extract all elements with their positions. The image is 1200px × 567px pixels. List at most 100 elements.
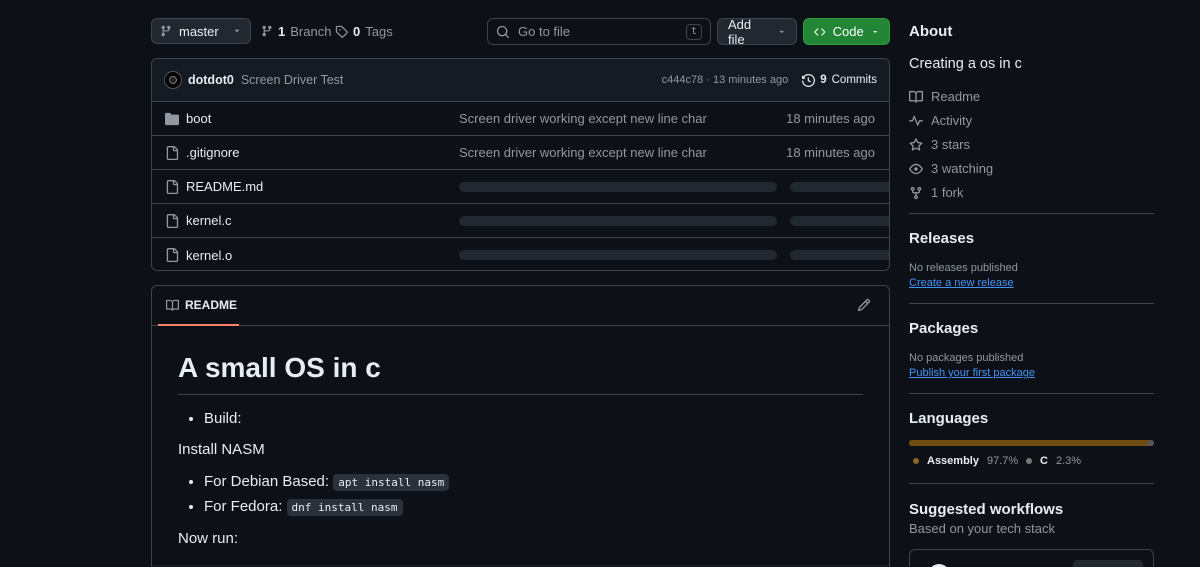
readme-header: README [152, 286, 889, 326]
file-name[interactable]: .gitignore [186, 145, 239, 160]
file-row-gitignore[interactable]: .gitignore Screen driver working except … [152, 136, 889, 170]
language-dot [1026, 458, 1032, 464]
book-icon [166, 299, 179, 311]
commit-separator: · [706, 74, 710, 86]
commit-time: 13 minutes ago [713, 74, 789, 86]
debian-label: For Debian Based: [204, 473, 330, 490]
activity-label: Activity [931, 113, 973, 128]
search-icon [496, 25, 510, 38]
install-list: For Debian Based: apt install nasm For F… [178, 472, 863, 518]
file-commit-date: 18 minutes ago [786, 145, 875, 160]
divider [909, 213, 1154, 214]
file-icon [166, 214, 179, 228]
configure-button[interactable] [1073, 560, 1143, 567]
tag-icon [335, 25, 348, 38]
file-table: dotdot0 Screen Driver Test c444c78 · 13 … [151, 58, 890, 271]
add-file-button[interactable]: Add file [717, 16, 797, 47]
releases-title[interactable]: Releases [909, 230, 974, 247]
divider [909, 393, 1154, 394]
run-text: Now run: [178, 530, 239, 547]
tab-readme[interactable]: README [158, 286, 239, 326]
loading-placeholder [459, 250, 777, 260]
language-bar-c [1148, 440, 1154, 446]
branch-selector-button[interactable]: master [151, 18, 251, 44]
readme-panel: README A small OS in c Build: Install NA… [151, 285, 890, 567]
fork-label: 1 fork [931, 185, 964, 200]
readme-content: A small OS in c Build: Install NASM For … [152, 326, 889, 547]
go-to-file-input[interactable]: Go to file t [487, 18, 711, 45]
commit-author[interactable]: dotdot0 [188, 73, 234, 87]
language-assembly[interactable]: Assembly 97.7% [913, 455, 1018, 467]
build-list: Build: [178, 409, 863, 429]
readme-link[interactable]: Readme [909, 89, 980, 104]
pulse-icon [909, 115, 923, 126]
readme-link-label: Readme [931, 89, 981, 104]
readme-tab-label: README [185, 298, 238, 312]
fork-link[interactable]: 1 fork [909, 185, 964, 200]
code-button[interactable]: Code [803, 18, 890, 45]
commits-label: Commits [831, 74, 877, 86]
code-icon [814, 27, 826, 36]
file-name[interactable]: README.md [186, 179, 263, 194]
debian-command: apt install nasm [333, 474, 450, 491]
tags-link[interactable]: 0 Tags [335, 18, 393, 44]
file-commit-message[interactable]: Screen driver working except new line ch… [459, 111, 707, 126]
stars-link[interactable]: 3 stars [909, 137, 970, 152]
file-name[interactable]: kernel.c [186, 213, 232, 228]
file-name[interactable]: boot [186, 111, 211, 126]
watching-link[interactable]: 3 watching [909, 161, 993, 176]
file-commit-message[interactable]: Screen driver working except new line ch… [459, 145, 707, 160]
triangle-down-icon [234, 29, 240, 33]
folder-icon [165, 112, 179, 126]
readme-title: A small OS in c [178, 326, 863, 395]
code-label: Code [832, 24, 864, 39]
language-name: C [1040, 455, 1048, 467]
file-row-kernel-o[interactable]: kernel.o [152, 238, 889, 270]
file-commit-date: 18 minutes ago [786, 111, 875, 126]
divider [909, 483, 1154, 484]
commit-hash: c444c78 [661, 74, 704, 86]
activity-link[interactable]: Activity [909, 113, 972, 128]
file-row-boot[interactable]: boot Screen driver working except new li… [152, 102, 889, 136]
language-percent: 2.3% [1055, 455, 1082, 467]
book-icon [909, 90, 923, 103]
repo-description: Creating a os in c [909, 56, 1022, 72]
shortcut-key: t [685, 23, 702, 40]
language-dot [913, 458, 919, 464]
commit-hash-time[interactable]: c444c78 · 13 minutes ago [662, 74, 789, 86]
file-icon [166, 180, 179, 194]
eye-icon [909, 163, 923, 174]
branch-name: master [179, 23, 219, 39]
create-release-link[interactable]: Create a new release [909, 277, 1014, 289]
branches-link[interactable]: 1 Branch [261, 18, 331, 44]
repo-forked-icon [910, 186, 922, 199]
branches-count: 1 [278, 23, 286, 39]
file-icon [166, 248, 179, 262]
loading-placeholder [459, 181, 777, 192]
about-title: About [909, 23, 953, 40]
packages-title[interactable]: Packages [909, 320, 978, 337]
triangle-down-icon [778, 30, 784, 33]
workflow-card[interactable] [909, 549, 1154, 567]
file-row-kernel-c[interactable]: kernel.c [152, 204, 889, 238]
file-icon [166, 146, 179, 160]
git-branch-icon [262, 25, 272, 37]
git-branch-icon [161, 25, 171, 37]
language-c[interactable]: C 2.3% [1026, 455, 1081, 467]
file-name[interactable]: kernel.o [186, 248, 232, 263]
file-row-readme[interactable]: README.md [152, 170, 889, 204]
branches-label: Branch [290, 23, 332, 39]
avatar[interactable] [164, 71, 182, 89]
list-item: For Debian Based: apt install nasm [204, 472, 863, 493]
workflows-subtitle: Based on your tech stack [909, 521, 1055, 536]
latest-commit-row: dotdot0 Screen Driver Test c444c78 · 13 … [152, 59, 889, 102]
loading-placeholder [790, 250, 889, 260]
stars-label: 3 stars [931, 137, 971, 152]
commits-link[interactable]: 9 Commits [802, 73, 877, 87]
packages-empty-text: No packages published [909, 352, 1024, 364]
triangle-down-icon [872, 30, 877, 33]
commit-message[interactable]: Screen Driver Test [241, 73, 344, 87]
add-file-label: Add file [728, 16, 752, 47]
publish-package-link[interactable]: Publish your first package [909, 367, 1035, 379]
pencil-icon[interactable] [857, 298, 871, 312]
